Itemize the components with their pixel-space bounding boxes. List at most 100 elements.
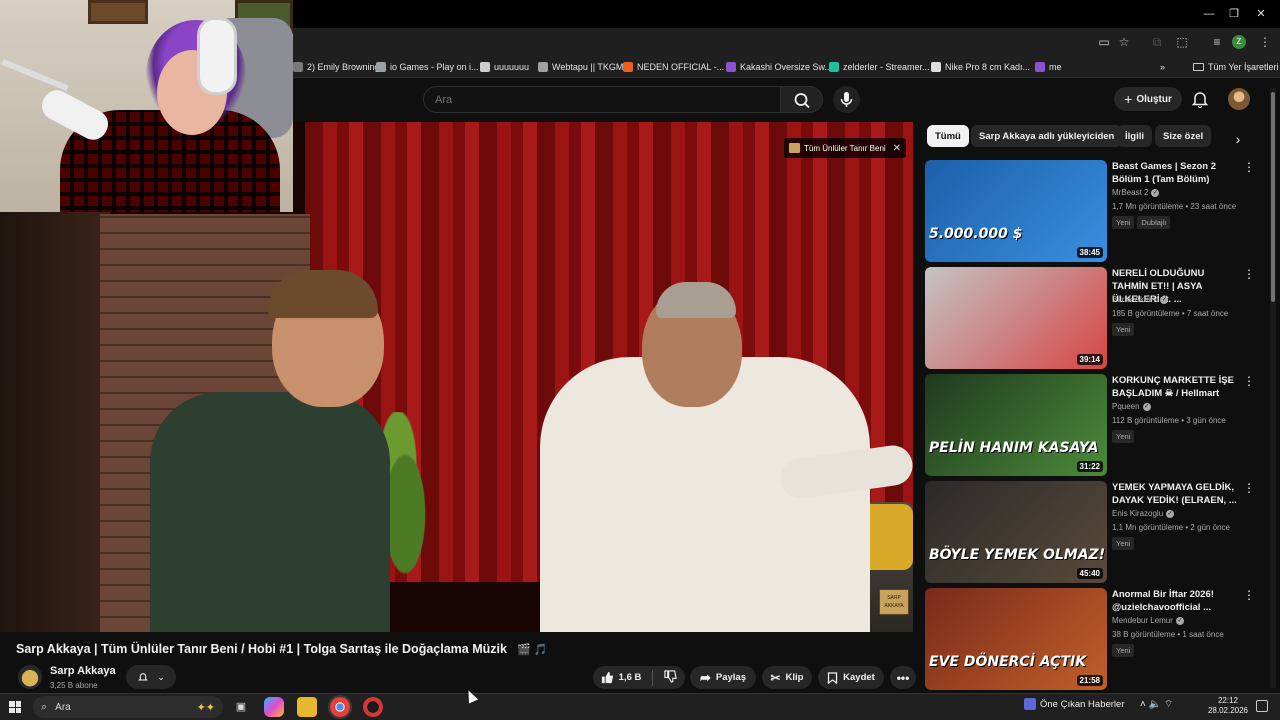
subscription-bell-button[interactable]: ⌄ — [126, 665, 176, 689]
file-explorer-icon[interactable] — [297, 697, 317, 717]
news-widget[interactable]: Öne Çıkan Haberler — [1024, 698, 1124, 710]
recommended-video-channel[interactable]: Enis Kirazoglu ✓ — [1112, 509, 1175, 518]
bookmark-item[interactable]: zelderler - Streamer... — [829, 59, 930, 75]
bookmark-item[interactable]: 2) Emily Browning... — [293, 59, 387, 75]
recommended-video-title[interactable]: YEMEK YAPMAYA GELDİK, DAYAK YEDİK! (ELRA… — [1112, 481, 1240, 507]
more-vertical-icon[interactable]: ⋮ — [1243, 374, 1255, 388]
bookmark-item[interactable]: me — [1035, 59, 1062, 75]
channel-avatar[interactable] — [18, 665, 42, 689]
browser-menu-icon[interactable]: ⋮ — [1256, 34, 1274, 50]
channel-label: Burak Aktürk — [1112, 295, 1158, 304]
channel-label: Pqueen — [1112, 402, 1140, 411]
profile-avatar[interactable]: Z — [1232, 35, 1246, 49]
more-vertical-icon[interactable]: ⋮ — [1243, 481, 1255, 495]
recommended-video-channel[interactable]: Mendebur Lemur ✓ — [1112, 616, 1184, 625]
filter-chip[interactable]: Tümü — [927, 125, 969, 147]
video-thumbnail[interactable]: BÖYLE YEMEK OLMAZ! 45:40 — [925, 481, 1107, 583]
bell-icon — [138, 673, 149, 681]
save-icon — [828, 671, 838, 684]
thumbs-down-icon — [664, 669, 678, 683]
save-button[interactable]: Kaydet — [818, 666, 884, 689]
more-vertical-icon[interactable]: ⋮ — [1243, 588, 1255, 602]
notifications-button[interactable] — [1189, 88, 1211, 110]
clip-button[interactable]: ✂ Klip — [762, 666, 812, 689]
scrollbar-thumb[interactable] — [1271, 92, 1275, 302]
copilot-icon[interactable] — [264, 697, 284, 717]
voice-search-button[interactable] — [833, 86, 860, 113]
video-thumbnail[interactable]: 5.000.000 $ 38:45 — [925, 160, 1107, 262]
task-view-icon[interactable]: ▣ — [231, 697, 251, 717]
bookmark-label: Webtapu || TKGM — [552, 62, 624, 72]
bookmark-item[interactable]: Kakashi Oversize Sw... — [726, 59, 832, 75]
taskbar-search[interactable]: ⌕ Ara ✦✦ — [33, 696, 223, 718]
create-button[interactable]: + Oluştur — [1114, 87, 1182, 111]
recommended-video[interactable]: EVE DÖNERCİ AÇTIK 21:58 Anormal Bir İftar … — [925, 588, 1265, 692]
chevron-up-icon: ˄ — [1140, 699, 1146, 710]
channel-name[interactable]: Sarp Akkaya — [50, 665, 116, 677]
recommended-video-title[interactable]: KORKUNÇ MARKETTE İŞE BAŞLADIM ☠ / Hellma… — [1112, 374, 1240, 400]
more-vertical-icon[interactable]: ⋮ — [1243, 160, 1255, 174]
extensions-icon[interactable]: ⬚ — [1173, 34, 1191, 50]
video-thumbnail[interactable]: EVE DÖNERCİ AÇTIK 21:58 — [925, 588, 1107, 690]
recommended-video[interactable]: BÖYLE YEMEK OLMAZ! 45:40 YEMEK YAPMAYA GEL… — [925, 481, 1265, 585]
obs-icon[interactable] — [363, 697, 383, 717]
webcam-picture-frame — [88, 0, 148, 24]
video-duration: 21:58 — [1076, 675, 1103, 686]
recommended-video[interactable]: PELİN HANIM KASAYA 31:22 KORKUNÇ MARKETTE … — [925, 374, 1265, 478]
recommended-video-channel[interactable]: Pqueen ✓ — [1112, 402, 1151, 411]
tab-icon[interactable]: ⧉ — [1148, 34, 1166, 50]
bookmark-favicon-icon — [480, 62, 490, 72]
dislike-button[interactable] — [664, 669, 678, 686]
search-button[interactable] — [781, 86, 823, 113]
bookmark-favicon-icon — [726, 62, 736, 72]
video-thumbnail[interactable]: 39:14 — [925, 267, 1107, 369]
like-button[interactable]: 1,6 B — [601, 671, 641, 684]
channel-watermark[interactable]: SARP AKKAYA — [879, 589, 909, 615]
share-button[interactable]: ➦ Paylaş — [690, 666, 756, 689]
minimize-icon[interactable]: — — [1201, 6, 1217, 22]
system-tray[interactable]: ˄ 🔈 ⌔ — [1140, 698, 1173, 711]
bookmark-item[interactable]: uuuuuuu — [480, 59, 529, 75]
video-thumbnail[interactable]: PELİN HANIM KASAYA 31:22 — [925, 374, 1107, 476]
bookmark-item[interactable]: Webtapu || TKGM — [538, 59, 623, 75]
more-vertical-icon[interactable]: ⋮ — [1243, 267, 1255, 281]
recommended-video-channel[interactable]: MrBeast 2 ✓ — [1112, 188, 1160, 197]
close-window-icon[interactable]: ✕ — [1253, 6, 1269, 22]
filter-chip[interactable]: Sarp Akkaya adlı yükleyiciden — [971, 125, 1123, 147]
restore-icon[interactable]: ❐ — [1226, 6, 1242, 22]
chrome-icon[interactable] — [328, 695, 352, 719]
more-actions-button[interactable]: ••• — [890, 666, 916, 689]
search-icon: ⌕ — [41, 700, 48, 713]
recommended-video-channel[interactable]: Burak Aktürk ✓ — [1112, 295, 1169, 304]
like-dislike-group: 1,6 B — [593, 666, 685, 689]
share-icon: ➦ — [699, 669, 711, 685]
bookmark-star-icon[interactable]: ☆ — [1115, 34, 1133, 50]
recommended-video[interactable]: 39:14 NERELİ OLDUĞUNU TAHMİN ET!! | ASYA … — [925, 267, 1265, 371]
recommended-video-title[interactable]: Beast Games | Sezon 2 Bölüm 1 (Tam Bölüm… — [1112, 160, 1240, 186]
badge-group: Yeni Dublajlı — [1112, 216, 1171, 229]
filter-chip[interactable]: İlgili — [1117, 125, 1152, 147]
chevron-right-icon[interactable]: › — [1229, 130, 1247, 148]
taskbar-clock[interactable]: 22:12 28.02.2026 — [1203, 696, 1253, 716]
info-card[interactable]: Tüm Ünlüler Tanır Beni ✕ — [784, 138, 906, 158]
video-background-door — [0, 202, 110, 632]
bookmark-favicon-icon — [538, 62, 548, 72]
account-avatar[interactable] — [1228, 88, 1250, 110]
close-icon[interactable]: ✕ — [893, 143, 901, 154]
video-title: Sarp Akkaya | Tüm Ünlüler Tanır Beni / H… — [16, 642, 507, 656]
recommended-video-title[interactable]: Anormal Bir İftar 2026! @uzielchavooffic… — [1112, 588, 1240, 614]
recommended-video[interactable]: 5.000.000 $ 38:45 Beast Games | Sezon 2 Bö… — [925, 160, 1265, 264]
notification-center-icon[interactable] — [1256, 700, 1268, 712]
video-badge: Yeni — [1112, 430, 1135, 443]
reading-list-icon[interactable]: ≡ — [1208, 34, 1226, 50]
filter-chip[interactable]: Size özel — [1155, 125, 1212, 147]
all-bookmarks-button[interactable]: Tüm Yer İşaretleri — [1193, 59, 1279, 75]
bookmark-item[interactable]: io Games - Play on i... — [376, 59, 479, 75]
more-bookmarks-button[interactable]: » — [1160, 59, 1165, 75]
search-input[interactable] — [423, 86, 781, 113]
bookmark-item[interactable]: Nike Pro 8 cm Kadı... — [931, 59, 1030, 75]
bookmark-item[interactable]: NEDEN OFFICIAL -... — [623, 59, 724, 75]
recommended-video-meta: 185 B görüntüleme • 7 saat önce — [1112, 309, 1229, 318]
cast-icon[interactable]: ▭ — [1095, 34, 1113, 50]
windows-start-button[interactable] — [6, 698, 24, 716]
